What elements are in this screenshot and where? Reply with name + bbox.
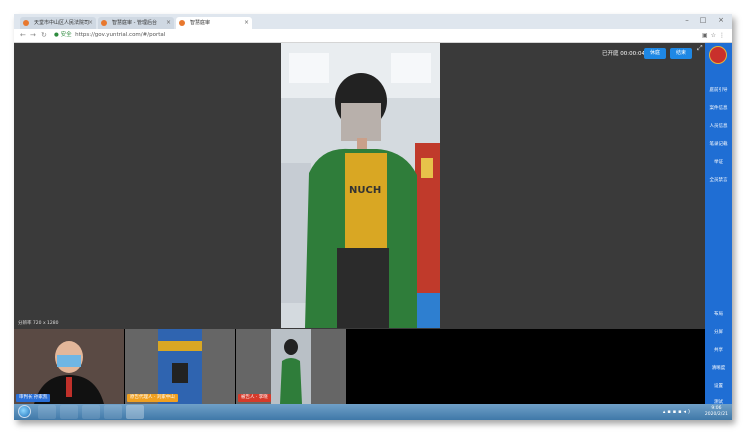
taskbar-clock[interactable]: 9:06 2020/2/21 (705, 406, 728, 418)
close-tab-icon[interactable]: × (166, 17, 171, 29)
sidebar-item-personnel-info[interactable]: 人员信息 (705, 123, 732, 131)
maximize-icon[interactable]: □ (696, 14, 710, 26)
close-tab-icon[interactable]: × (244, 17, 249, 29)
lock-icon: ● (54, 32, 59, 38)
media-player-taskbar-icon[interactable] (82, 405, 100, 419)
elapsed-timer: 已开庭 00:00:04 (602, 51, 645, 57)
tab-title: 天堂市中山区人民法院司 (34, 20, 90, 26)
screenshot-frame: 天堂市中山区人民法院司 × 智慧庭审 - 管理后台 × 智慧庭审 × – □ ×… (14, 14, 732, 420)
rest-button[interactable]: 休庭 (644, 48, 666, 59)
sidebar-item-mute-all[interactable]: 全员禁言 (705, 177, 732, 185)
site-favicon-icon (101, 20, 107, 26)
close-window-icon[interactable]: × (714, 14, 728, 26)
ie-taskbar-icon[interactable] (38, 405, 56, 419)
sidebar-item-evidence[interactable]: 举证 (705, 159, 732, 167)
participant-label: 被告人 · 李晓 (238, 394, 271, 402)
end-button[interactable]: 结束 (670, 48, 692, 59)
system-tray-icons[interactable]: ▴▪▪▪◂) (663, 407, 692, 417)
sidebar-item-share[interactable]: 共享 (705, 347, 732, 355)
browser-tab-court[interactable]: 天堂市中山区人民法院司 × (20, 17, 96, 29)
browser-tab-bar: 天堂市中山区人民法院司 × 智慧庭审 - 管理后台 × 智慧庭审 × – □ × (14, 14, 732, 29)
browser-menu-icon[interactable]: ▣☆⋮ (702, 30, 728, 41)
participant-thumb-judge[interactable]: 审判长 孙家凯 (14, 329, 124, 404)
sidebar-item-split-screen[interactable]: 分屏 (705, 329, 732, 337)
participant-label: 审判长 孙家凯 (16, 394, 51, 402)
url-text: https://gov.yuntrial.com/#/portal (75, 32, 166, 38)
trial-app: NUCH 已开庭 00:00:04 休庭 结束 ⤢ 庭前引导 案件信息 人员信息… (14, 43, 732, 405)
tab-title: 智慧庭审 - 管理后台 (112, 20, 157, 26)
start-button-icon[interactable] (18, 405, 31, 418)
court-emblem-icon (709, 46, 727, 64)
main-video-image: NUCH (281, 43, 440, 328)
forward-icon[interactable]: → (30, 30, 36, 41)
right-sidebar: 庭前引导 案件信息 人员信息 笔录记载 举证 全员禁言 布局 分屏 共享 清晰度… (705, 43, 732, 405)
fullscreen-icon[interactable]: ⤢ (697, 44, 703, 53)
site-favicon-icon (23, 20, 29, 26)
os-taskbar: ▴▪▪▪◂) 9:06 2020/2/21 (14, 404, 732, 420)
address-bar: ← → ↻ ● 安全 https://gov.yuntrial.com/#/po… (14, 29, 732, 43)
sidebar-item-settings[interactable]: 设置 (705, 383, 732, 391)
participant-thumb-defendant[interactable]: 被告人 · 李晓 (236, 329, 346, 404)
clock-date: 2020/2/21 (704, 412, 728, 417)
participant-thumb-plaintiff[interactable]: 原告代理人 · 刘家中山 (125, 329, 235, 404)
sidebar-item-pretrial-guide[interactable]: 庭前引导 (705, 87, 732, 95)
tab-title: 智慧庭审 (190, 20, 211, 26)
main-video-feed[interactable]: NUCH (281, 43, 440, 328)
sidebar-item-case-info[interactable]: 案件信息 (705, 105, 732, 113)
plaintiff-video-image (125, 329, 235, 404)
resolution-label: 分辨率 720 x 1280 (18, 321, 59, 326)
site-favicon-icon (179, 20, 185, 26)
app-taskbar-icon[interactable] (104, 405, 122, 419)
explorer-taskbar-icon[interactable] (60, 405, 78, 419)
chrome-taskbar-icon[interactable] (126, 405, 144, 419)
reload-icon[interactable]: ↻ (41, 30, 47, 41)
participant-strip: 审判长 孙家凯 原告代理人 · 刘家中山 被告人 · 李晓 (14, 329, 705, 404)
browser-tab-trial[interactable]: 智慧庭审 × (176, 17, 252, 29)
minimize-icon[interactable]: – (680, 14, 694, 26)
back-icon[interactable]: ← (20, 30, 26, 41)
svg-text:NUCH: NUCH (349, 185, 381, 196)
browser-tab-admin[interactable]: 智慧庭审 - 管理后台 × (98, 17, 174, 29)
close-tab-icon[interactable]: × (88, 17, 93, 29)
judge-video-image (14, 329, 124, 404)
sidebar-item-layout[interactable]: 布局 (705, 311, 732, 319)
participant-label: 原告代理人 · 刘家中山 (127, 394, 178, 402)
sidebar-item-definition[interactable]: 清晰度 (705, 365, 732, 373)
defendant-video-image (236, 329, 346, 404)
sidebar-item-record[interactable]: 笔录记载 (705, 141, 732, 149)
security-label: 安全 (60, 32, 72, 38)
url-field[interactable]: ● 安全 https://gov.yuntrial.com/#/portal (54, 31, 165, 40)
